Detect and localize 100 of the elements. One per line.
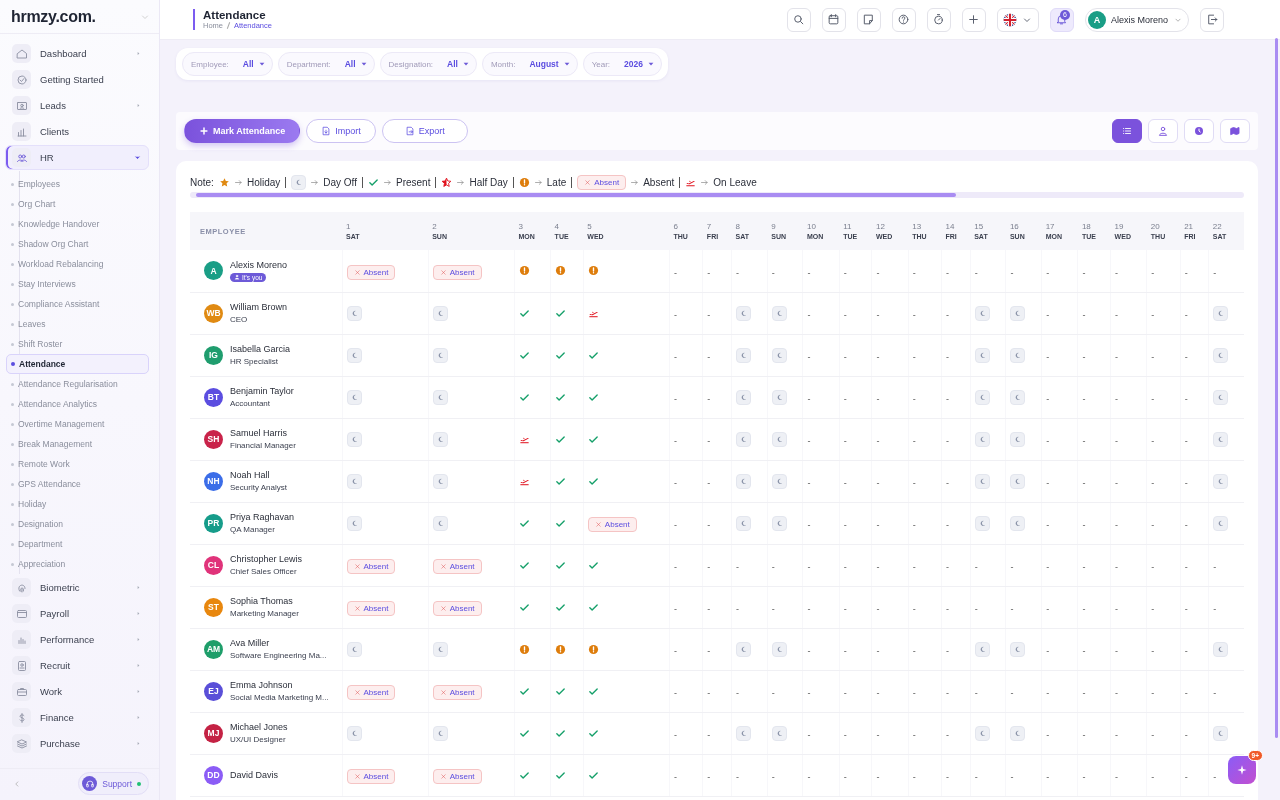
check-icon xyxy=(555,685,567,697)
submenu-item[interactable]: Shift Roster xyxy=(6,334,149,354)
empty-mark: - xyxy=(807,562,811,572)
moon-icon xyxy=(1213,389,1229,405)
empty-mark: - xyxy=(1115,267,1119,278)
submenu-item[interactable]: Department xyxy=(6,534,149,554)
submenu-item[interactable]: GPS Attendance xyxy=(6,474,149,494)
submenu-item[interactable]: Attendance xyxy=(6,354,149,374)
empty-mark: - xyxy=(876,478,880,488)
filter-select[interactable]: Employee: All xyxy=(182,52,273,76)
employee-avatar: IG xyxy=(204,345,223,365)
submenu-item[interactable]: Attendance Regularisation xyxy=(6,374,149,394)
export-button[interactable]: Export xyxy=(381,119,468,143)
nav-item[interactable]: Biometric xyxy=(5,575,149,600)
empty-mark: - xyxy=(707,688,711,698)
absent-label: Absent xyxy=(449,772,475,781)
submenu-item[interactable]: Designation xyxy=(6,514,149,534)
empty-mark: - xyxy=(876,352,880,362)
day-number: 12 xyxy=(875,222,886,231)
submenu-item[interactable]: Appreciation xyxy=(6,554,149,574)
nav-item[interactable]: Payroll xyxy=(5,601,149,626)
check-icon xyxy=(518,307,530,319)
submenu-item[interactable]: Knowledge Handover xyxy=(6,214,149,234)
empty-mark: - xyxy=(1151,730,1155,740)
empty-mark: - xyxy=(876,436,880,446)
assistant-button[interactable] xyxy=(1228,756,1256,784)
empty-mark: - xyxy=(1151,562,1155,572)
moon-icon xyxy=(346,515,362,531)
submenu-item[interactable]: Leaves xyxy=(6,314,149,334)
moon-icon xyxy=(291,174,307,190)
horizontal-scrollbar[interactable] xyxy=(190,192,1244,198)
employee-avatar: AM xyxy=(204,639,223,659)
nav-item[interactable]: Performance xyxy=(5,627,149,652)
nav-item[interactable]: Clients xyxy=(5,119,149,144)
mark-attendance-button[interactable]: Mark Attendance xyxy=(184,119,301,143)
empty-mark: - xyxy=(807,646,811,656)
submenu-item[interactable]: Compliance Assistant xyxy=(6,294,149,314)
empty-mark: - xyxy=(1213,772,1217,782)
submenu-item[interactable]: Shadow Org Chart xyxy=(6,234,149,254)
search-button[interactable] xyxy=(786,7,811,32)
moon-icon xyxy=(771,515,787,531)
submenu-item[interactable]: Holiday xyxy=(6,494,149,514)
nav-item[interactable]: Dashboard xyxy=(5,41,149,66)
alert-icon xyxy=(587,265,599,277)
user-menu[interactable]: A Alexis Moreno xyxy=(1084,7,1189,32)
filter-select[interactable]: Department: All xyxy=(277,52,375,76)
submenu-item[interactable]: Workload Rebalancing xyxy=(6,254,149,274)
empty-mark: - xyxy=(1082,688,1086,698)
language-select[interactable] xyxy=(996,7,1039,32)
moon-icon xyxy=(974,515,990,531)
empty-mark: - xyxy=(1184,310,1188,320)
moon-icon xyxy=(736,515,752,531)
filter-select[interactable]: Designation: All xyxy=(379,52,477,76)
view-toggle[interactable] xyxy=(1112,119,1142,143)
empty-mark: - xyxy=(807,478,811,488)
page-scrollbar[interactable] xyxy=(1275,38,1278,738)
empty-mark: - xyxy=(843,394,847,404)
filter-select[interactable]: Month: August xyxy=(481,52,578,76)
nav-item[interactable]: Getting Started xyxy=(5,67,149,92)
moon-icon xyxy=(974,347,990,363)
empty-mark: - xyxy=(771,562,775,572)
empty-mark: - xyxy=(876,646,880,656)
filter-select[interactable]: Year: 2026 xyxy=(582,52,662,76)
empty-mark: - xyxy=(1115,562,1119,572)
nav-icon xyxy=(15,47,28,60)
import-button[interactable]: Import xyxy=(306,119,376,143)
nav-item[interactable]: Purchase xyxy=(5,731,149,756)
empty-mark: - xyxy=(1151,478,1155,488)
nav-item[interactable]: HR xyxy=(5,145,149,170)
submenu-item[interactable]: Overtime Management xyxy=(6,414,149,434)
nav-icon xyxy=(15,607,28,620)
calendar-button[interactable] xyxy=(821,7,846,32)
submenu-item[interactable]: Employees xyxy=(6,174,149,194)
notes-button[interactable] xyxy=(856,7,881,32)
nav-item[interactable]: Work xyxy=(5,679,149,704)
empty-mark: - xyxy=(1184,520,1188,530)
nav-icon xyxy=(15,737,28,750)
day-number: 19 xyxy=(1114,222,1125,231)
person-icon xyxy=(234,274,240,281)
empty-mark: - xyxy=(1213,267,1217,278)
employee-avatar: DD xyxy=(204,765,223,785)
empty-mark: - xyxy=(946,310,949,320)
nav-item[interactable]: Leads xyxy=(5,93,149,118)
absent-label: Absent xyxy=(594,177,620,187)
timer-button[interactable] xyxy=(926,7,951,32)
help-button[interactable] xyxy=(891,7,916,32)
nav-item[interactable]: Recruit xyxy=(5,653,149,678)
submenu-item[interactable]: Stay Interviews xyxy=(6,274,149,294)
add-button[interactable] xyxy=(961,7,986,32)
check-icon xyxy=(555,391,567,403)
submenu-item[interactable]: Attendance Analytics xyxy=(6,394,149,414)
nav-item[interactable]: Finance xyxy=(5,705,149,730)
empty-mark: - xyxy=(974,267,978,278)
nav-icon xyxy=(15,99,28,112)
support-button[interactable]: Support xyxy=(78,772,149,795)
submenu-item[interactable]: Org Chart xyxy=(6,194,149,214)
submenu-item[interactable]: Remote Work xyxy=(6,454,149,474)
absent-label: Absent xyxy=(604,520,630,529)
submenu-item[interactable]: Break Management xyxy=(6,434,149,454)
logout-button[interactable] xyxy=(1200,7,1224,32)
